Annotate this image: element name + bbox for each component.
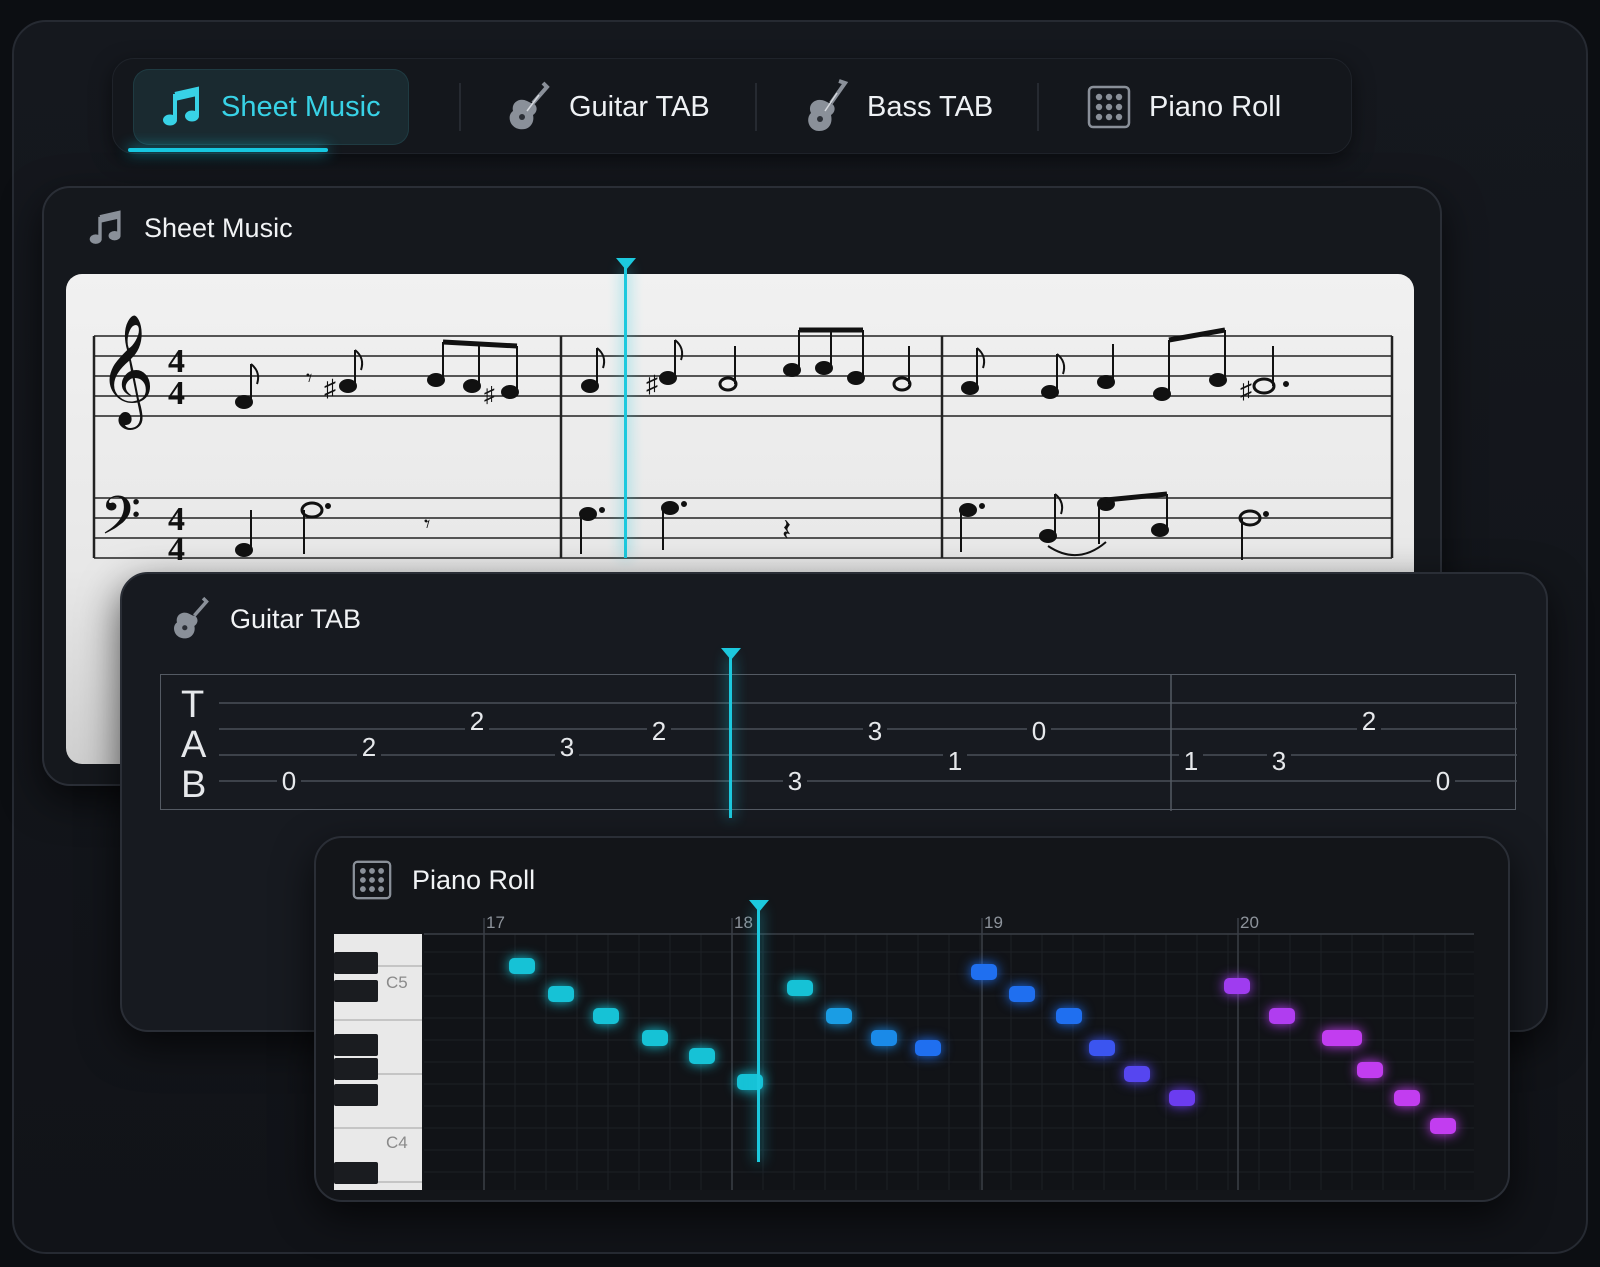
bar-label-17: 17	[486, 913, 505, 932]
panel-title: Piano Roll	[412, 864, 536, 895]
grid-dots-icon	[352, 860, 392, 900]
piano-roll-note[interactable]	[642, 1030, 668, 1046]
tab-letter-a: A	[181, 724, 207, 766]
panel-header: Guitar TAB	[170, 596, 361, 642]
piano-roll-grid: 17 18 19 20 C5 C4	[334, 908, 1484, 1190]
key-label-c4: C4	[386, 1133, 408, 1152]
piano-roll-note[interactable]	[1124, 1066, 1150, 1082]
tab-fret-number[interactable]: 0	[282, 766, 296, 796]
svg-text:𝄽: 𝄽	[782, 514, 791, 547]
bar-label-20: 20	[1240, 913, 1259, 932]
tab-piano-roll[interactable]: Piano Roll	[1087, 59, 1281, 155]
piano-roll-note[interactable]	[971, 964, 997, 980]
piano-roll-note[interactable]	[548, 986, 574, 1002]
tab-label: Piano Roll	[1149, 90, 1282, 123]
piano-roll-note[interactable]	[593, 1008, 619, 1024]
piano-roll-note[interactable]	[1357, 1062, 1383, 1078]
sheet-playhead[interactable]	[624, 266, 627, 558]
panel-title: Sheet Music	[144, 212, 293, 243]
time-signatures: 44 44	[168, 343, 185, 568]
tab-fret-number[interactable]: 1	[1184, 746, 1198, 776]
svg-text:𝄾: 𝄾	[424, 511, 430, 538]
bass-notes: 𝄾 𝄽	[235, 491, 1269, 560]
svg-text:𝄾: 𝄾	[306, 365, 312, 392]
tab-fret-number[interactable]: 0	[1032, 716, 1046, 746]
piano-roll-note[interactable]	[915, 1040, 941, 1056]
tab-fret-number[interactable]: 2	[1362, 706, 1376, 736]
panel-header: Piano Roll	[352, 860, 535, 900]
treble-clef: 𝄞	[98, 313, 155, 430]
piano-roll-note[interactable]	[1224, 978, 1250, 994]
tab-divider	[755, 83, 757, 131]
tab-fret-number[interactable]: 1	[948, 746, 962, 776]
panel-header: Sheet Music	[88, 210, 293, 246]
svg-text:4: 4	[168, 531, 185, 568]
music-note-icon	[163, 86, 199, 126]
tab-fret-number[interactable]: 2	[362, 732, 376, 762]
bass-guitar-icon	[808, 79, 849, 131]
tab-bass-tab[interactable]: Bass TAB	[803, 59, 993, 155]
piano-keyboard: C5 C4	[334, 934, 422, 1190]
piano-roll-note[interactable]	[1269, 1008, 1295, 1024]
tab-divider	[459, 83, 461, 131]
bass-clef: 𝄢	[100, 486, 141, 560]
tab-staff: T A B 0 2 2 3 2 3 3 1 0 1 3 2 0	[160, 674, 1517, 811]
tab-guitar-tab[interactable]: Guitar TAB	[505, 59, 710, 155]
piano-roll-note[interactable]	[826, 1008, 852, 1024]
piano-roll-note[interactable]	[871, 1030, 897, 1046]
tab-clef-letters: T A B	[181, 684, 207, 806]
grid-dots-icon	[1087, 85, 1131, 129]
active-tab-indicator	[128, 148, 328, 152]
tab-playhead[interactable]	[729, 656, 732, 818]
tab-sheet-music[interactable]: Sheet Music	[133, 69, 409, 145]
panel-title: Guitar TAB	[230, 603, 362, 634]
piano-roll-note[interactable]	[1089, 1040, 1115, 1056]
view-tab-bar: Sheet Music Guitar TAB Bass TAB Piano Ro…	[112, 58, 1352, 154]
piano-roll-note[interactable]	[787, 980, 813, 996]
bar-label-18: 18	[734, 913, 753, 932]
guitar-icon	[509, 81, 550, 130]
treble-staff	[94, 335, 1392, 417]
roll-playhead-marker[interactable]	[749, 900, 769, 914]
tab-label: Bass TAB	[867, 90, 994, 123]
svg-text:♯: ♯	[646, 371, 658, 398]
piano-roll-note[interactable]	[1394, 1090, 1420, 1106]
piano-roll-note[interactable]	[1430, 1118, 1456, 1134]
tab-label: Guitar TAB	[569, 90, 710, 123]
piano-roll-note[interactable]	[509, 958, 535, 974]
bar-label-19: 19	[984, 913, 1003, 932]
music-note-icon	[89, 210, 121, 244]
svg-text:♯: ♯	[324, 375, 336, 402]
tab-divider	[1037, 83, 1039, 131]
svg-text:♯: ♯	[1240, 377, 1252, 404]
tab-fret-number[interactable]: 3	[1272, 746, 1286, 776]
piano-roll-note[interactable]	[1169, 1090, 1195, 1106]
bar-numbers: 17 18 19 20	[486, 913, 1259, 932]
tab-fret-number[interactable]: 0	[1436, 766, 1450, 796]
piano-roll-note[interactable]	[1009, 986, 1035, 1002]
roll-playhead[interactable]	[757, 908, 760, 1162]
piano-roll-note[interactable]	[689, 1048, 715, 1064]
tab-letter-t: T	[181, 684, 204, 726]
piano-roll-note[interactable]	[1056, 1008, 1082, 1024]
svg-text:♯: ♯	[484, 382, 495, 407]
bar-lines	[92, 336, 1394, 558]
tab-fret-number[interactable]: 3	[788, 766, 802, 796]
tab-fret-number[interactable]: 3	[868, 716, 882, 746]
tab-staff-lines: T A B 0 2 2 3 2 3 3 1 0 1 3 2 0	[181, 675, 1517, 811]
tab-fret-number[interactable]: 2	[652, 716, 666, 746]
tab-fret-number[interactable]: 2	[470, 706, 484, 736]
sheet-playhead-marker[interactable]	[616, 258, 636, 272]
tab-playhead-marker[interactable]	[721, 648, 741, 662]
tab-label: Sheet Music	[221, 90, 381, 123]
guitar-icon	[174, 596, 209, 639]
tab-fret-number[interactable]: 3	[560, 732, 574, 762]
key-label-c5: C5	[386, 973, 408, 992]
piano-roll-note[interactable]	[1322, 1030, 1362, 1046]
svg-text:4: 4	[168, 375, 185, 412]
tab-letter-b: B	[181, 764, 206, 806]
piano-roll-panel: Piano Roll 17 18 19 20 C5 C4	[314, 836, 1510, 1202]
bass-staff	[94, 497, 1392, 559]
